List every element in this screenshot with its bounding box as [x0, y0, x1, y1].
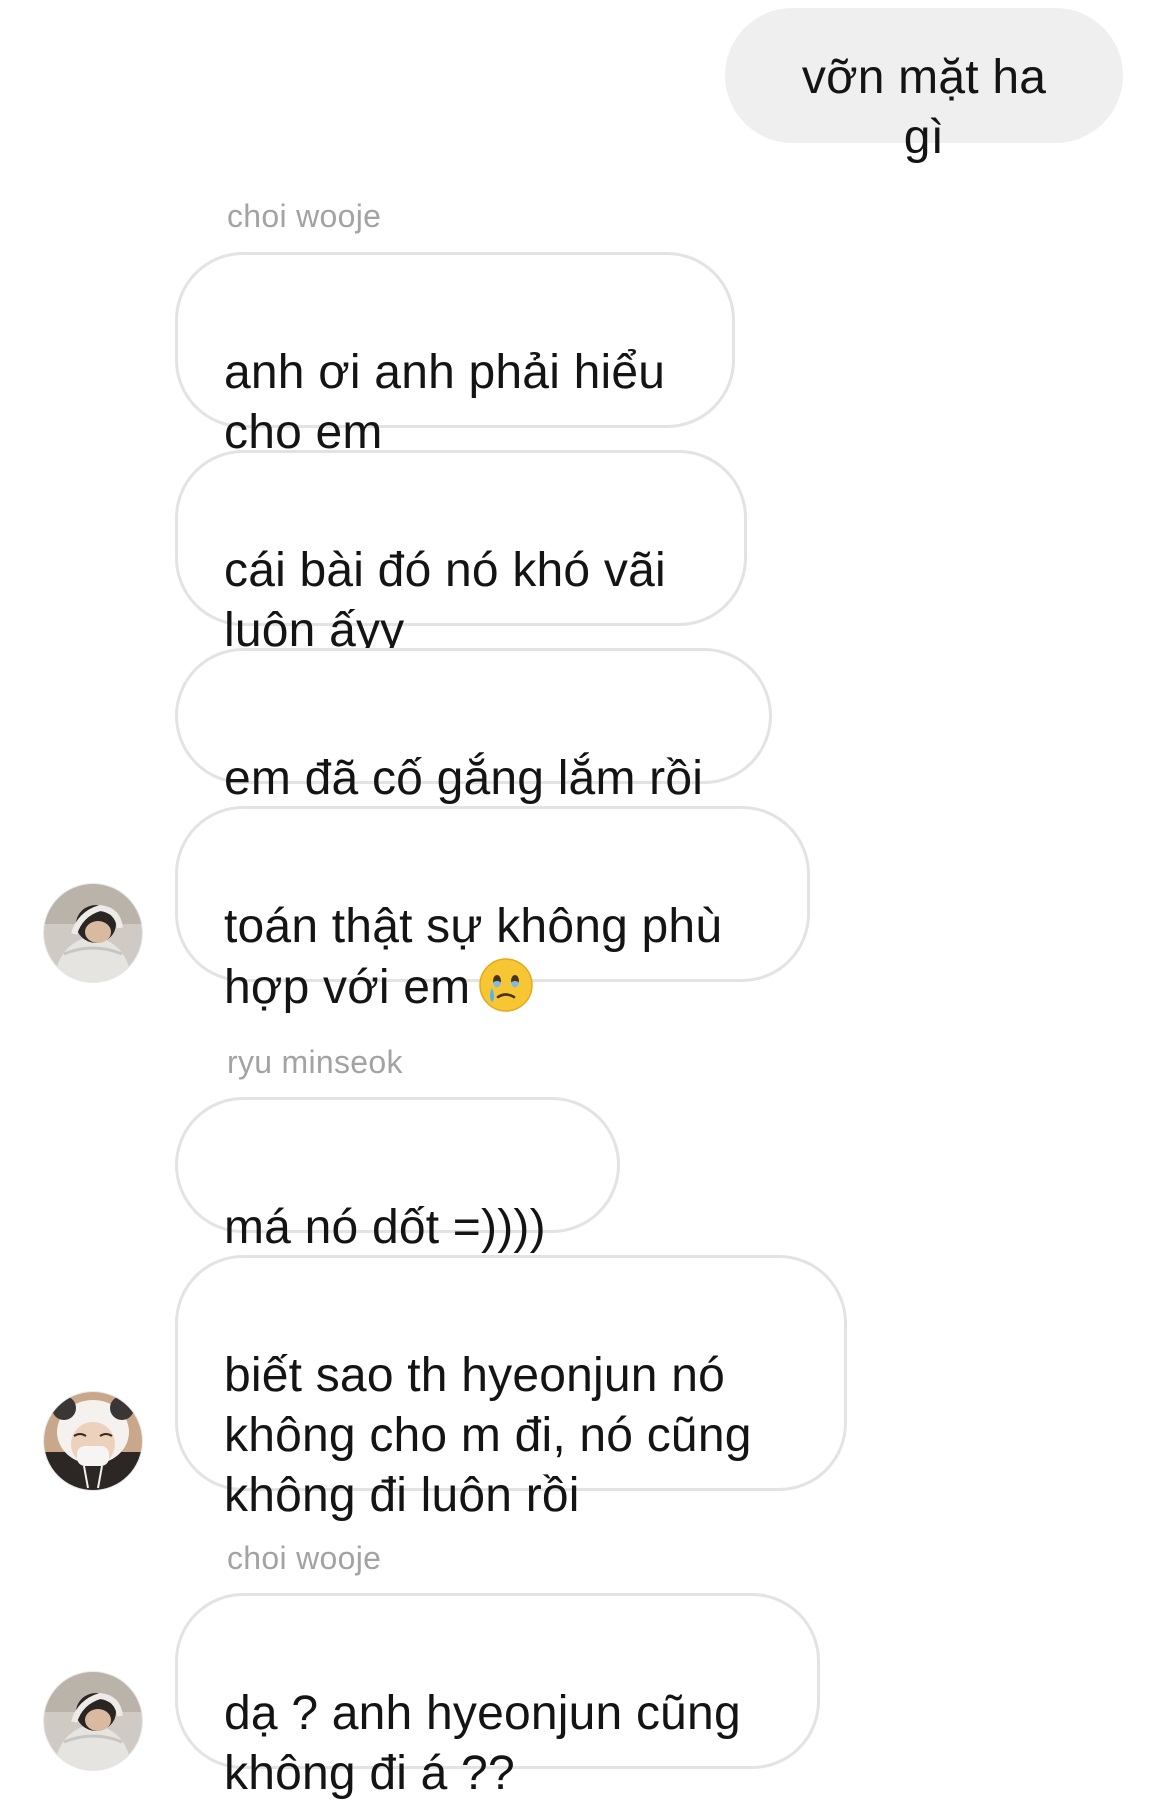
- message-text: toán thật sự không phù hợp với em: [224, 900, 723, 1014]
- message-text: dạ ? anh hyeonjun cũng không đi á ??: [224, 1687, 741, 1800]
- message-text: vỡn mặt ha gì: [801, 51, 1047, 164]
- incoming-message[interactable]: cái bài đó nó khó vãi luôn ấyy: [175, 450, 747, 657]
- incoming-message[interactable]: má nó dốt =)))): [175, 1097, 620, 1254]
- incoming-message[interactable]: anh ơi anh phải hiểu cho em: [175, 252, 735, 459]
- outgoing-message[interactable]: vỡn mặt ha gì: [725, 8, 1123, 164]
- message-text: em đã cố gắng lắm rồi: [224, 752, 704, 805]
- incoming-message[interactable]: toán thật sự không phù hợp với em: [175, 806, 810, 1014]
- message-text: cái bài đó nó khó vãi luôn ấyy: [224, 544, 666, 657]
- message-text: biết sao th hyeonjun nó không cho m đi, …: [224, 1349, 752, 1522]
- incoming-message[interactable]: biết sao th hyeonjun nó không cho m đi, …: [175, 1255, 847, 1522]
- avatar-choi-wooje[interactable]: [44, 1672, 142, 1770]
- sender-name: choi wooje: [227, 1540, 382, 1576]
- sender-name: ryu minseok: [227, 1044, 403, 1080]
- avatar-ryu-minseok[interactable]: [44, 1392, 142, 1490]
- incoming-message[interactable]: dạ ? anh hyeonjun cũng không đi á ??: [175, 1593, 820, 1800]
- chat-thread: vỡn mặt ha gì choi wooje anh ơi anh phải…: [0, 0, 1170, 1800]
- face-holding-back-tears-icon: [478, 957, 534, 1013]
- incoming-message[interactable]: em đã cố gắng lắm rồi: [175, 648, 772, 805]
- avatar-choi-wooje[interactable]: [44, 884, 142, 982]
- sender-name: choi wooje: [227, 198, 382, 234]
- message-text: má nó dốt =)))): [224, 1201, 546, 1254]
- message-text: anh ơi anh phải hiểu cho em: [224, 346, 666, 459]
